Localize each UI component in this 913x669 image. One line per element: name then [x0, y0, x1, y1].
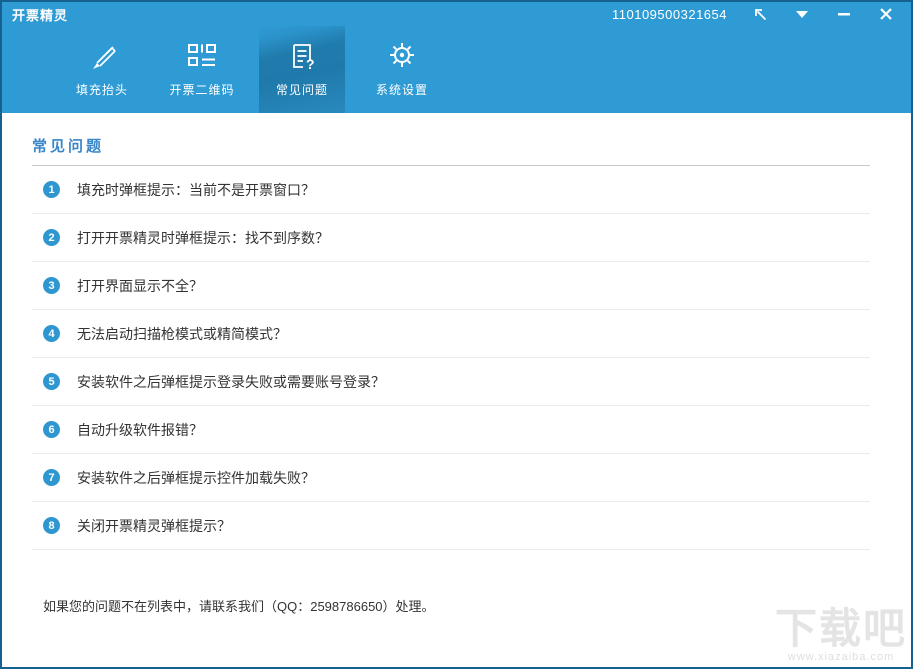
faq-list-item[interactable]: 2 打开开票精灵时弹框提示：找不到序数？	[32, 214, 870, 262]
dropdown-menu-button[interactable]	[793, 5, 811, 23]
faq-page: 常见问题 1 填充时弹框提示：当前不是开票窗口？ 2 打开开票精灵时弹框提示：找…	[2, 113, 911, 615]
tab-label: 填充抬头	[75, 83, 128, 97]
faq-number-badge: 1	[43, 181, 60, 198]
minimize-icon	[838, 12, 850, 16]
faq-list-item[interactable]: 5 安装软件之后弹框提示登录失败或需要账号登录？	[32, 358, 870, 406]
faq-question-text: 打开界面显示不全？	[77, 277, 203, 294]
page-title: 常见问题	[32, 138, 105, 155]
tab-label: 系统设置	[375, 83, 428, 97]
faq-list-item[interactable]: 7 安装软件之后弹框提示控件加载失败？	[32, 454, 870, 502]
nav-tabs: 填充抬头 开票二维码 ? 常见问题 系统设置	[59, 26, 911, 113]
faq-question-text: 安装软件之后弹框提示登录失败或需要账号登录？	[77, 373, 385, 390]
shrink-mode-button[interactable]	[751, 5, 769, 23]
watermark: 下载吧 www.xiazaiba.com	[775, 608, 907, 663]
tab-label: 常见问题	[275, 83, 328, 97]
serial-number: 110109500321654	[612, 6, 727, 22]
app-title: 开票精灵	[12, 7, 69, 23]
faq-question-text: 自动升级软件报错？	[77, 421, 203, 438]
faq-list-item[interactable]: 3 打开界面显示不全？	[32, 262, 870, 310]
faq-list-item[interactable]: 1 填充时弹框提示：当前不是开票窗口？	[32, 166, 870, 214]
header: 开票精灵 110109500321654 填充抬头 开票二维码 ? 常见问题 系…	[2, 2, 911, 113]
pencil-icon	[85, 40, 119, 72]
close-button[interactable]	[877, 5, 895, 23]
gear-icon	[386, 40, 418, 72]
watermark-url: www.xiazaiba.com	[787, 651, 895, 663]
app-window: 开票精灵 110109500321654 填充抬头 开票二维码 ? 常见问题 系…	[0, 0, 913, 669]
faq-question-text: 填充时弹框提示：当前不是开票窗口？	[77, 181, 315, 198]
faq-number-badge: 4	[43, 325, 60, 342]
contact-note: 如果您的问题不在列表中，请联系我们（QQ：2598786650）处理。	[43, 599, 435, 614]
faq-list-item[interactable]: 4 无法启动扫描枪模式或精简模式？	[32, 310, 870, 358]
faq-number-badge: 7	[43, 469, 60, 486]
tab-faq[interactable]: ? 常见问题	[259, 26, 345, 113]
faq-question-text: 关闭开票精灵弹框提示？	[77, 517, 231, 534]
titlebar: 开票精灵 110109500321654	[2, 2, 911, 26]
faq-list: 1 填充时弹框提示：当前不是开票窗口？ 2 打开开票精灵时弹框提示：找不到序数？…	[32, 166, 870, 550]
faq-number-badge: 8	[43, 517, 60, 534]
svg-text:?: ?	[306, 56, 315, 72]
faq-question-text: 安装软件之后弹框提示控件加载失败？	[77, 469, 315, 486]
qrcode-icon	[185, 40, 219, 72]
close-icon	[880, 8, 892, 20]
tab-system-settings[interactable]: 系统设置	[359, 26, 445, 113]
faq-number-badge: 2	[43, 229, 60, 246]
faq-list-item[interactable]: 8 关闭开票精灵弹框提示？	[32, 502, 870, 550]
faq-question-text: 无法启动扫描枪模式或精简模式？	[77, 325, 287, 342]
minimize-button[interactable]	[835, 5, 853, 23]
faq-list-item[interactable]: 6 自动升级软件报错？	[32, 406, 870, 454]
faq-question-text: 打开开票精灵时弹框提示：找不到序数？	[77, 229, 329, 246]
faq-number-badge: 5	[43, 373, 60, 390]
titlebar-controls: 110109500321654	[612, 5, 895, 23]
tab-fill-header[interactable]: 填充抬头	[59, 26, 145, 113]
faq-number-badge: 6	[43, 421, 60, 438]
chevron-down-icon	[796, 10, 808, 18]
tab-invoice-qrcode[interactable]: 开票二维码	[159, 26, 245, 113]
faq-number-badge: 3	[43, 277, 60, 294]
tab-label: 开票二维码	[169, 83, 235, 97]
shrink-arrow-icon	[753, 7, 768, 22]
faq-document-icon: ?	[287, 40, 317, 72]
